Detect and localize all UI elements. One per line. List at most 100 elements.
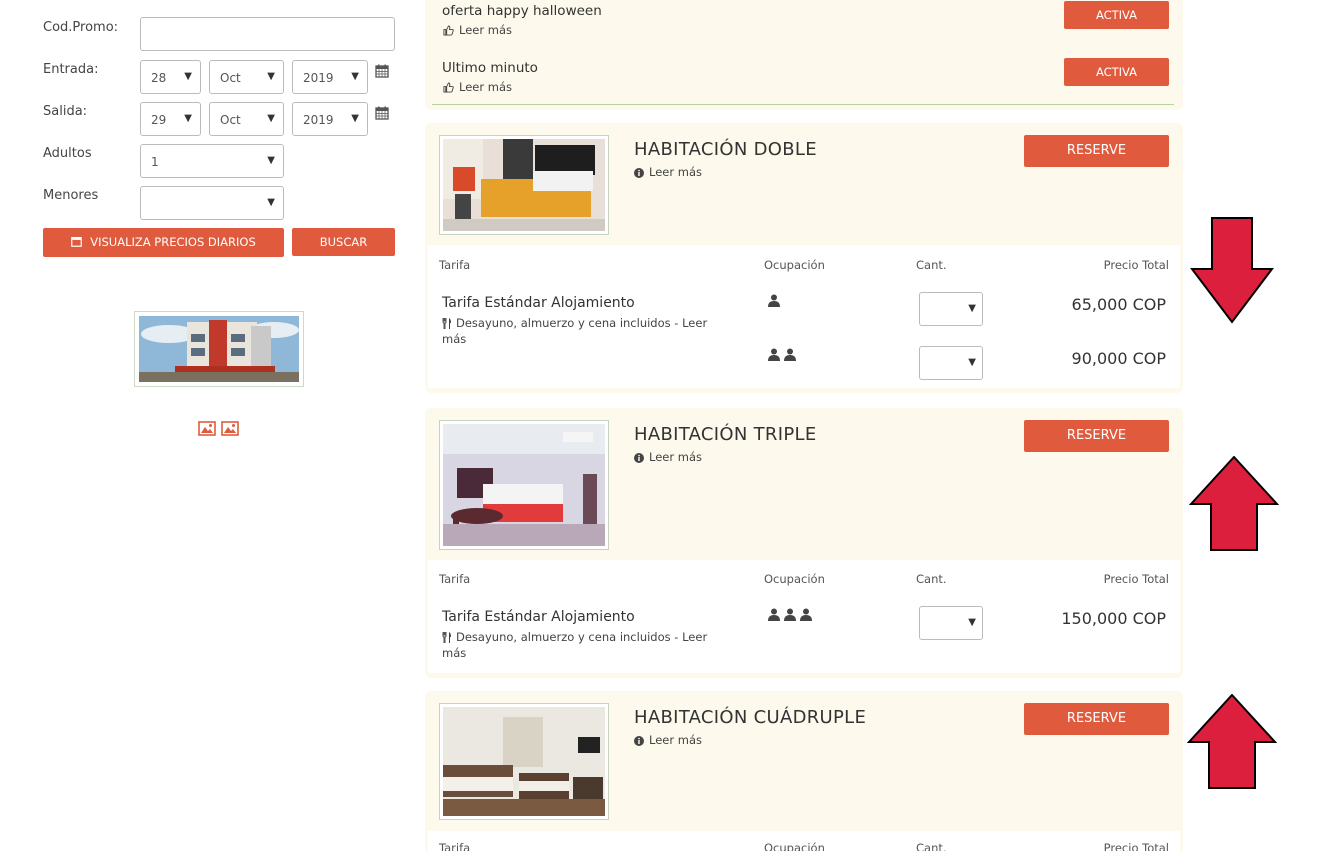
thumbs-up-icon bbox=[443, 25, 454, 36]
arrow-up-icon bbox=[1187, 694, 1277, 789]
checkout-month-value: Oct bbox=[220, 113, 241, 127]
chevron-down-icon: ▼ bbox=[968, 303, 976, 314]
info-icon bbox=[634, 452, 644, 463]
room-name: HABITACIÓN CUÁDRUPLE bbox=[634, 707, 867, 728]
rates-table: Tarifa Ocupación Cant. Precio Total Tari… bbox=[428, 245, 1180, 388]
offer-title: Ultimo minuto bbox=[442, 60, 538, 76]
checkin-month-select[interactable]: Oct ▼ bbox=[209, 60, 284, 94]
room-photo[interactable] bbox=[439, 703, 609, 820]
offer-activate-button[interactable]: ACTIVA bbox=[1064, 1, 1169, 29]
adults-select[interactable]: 1 ▼ bbox=[140, 144, 284, 178]
checkout-day-select[interactable]: 29 ▼ bbox=[140, 102, 201, 136]
room-photo[interactable] bbox=[439, 135, 609, 235]
header-rate: Tarifa bbox=[439, 572, 471, 586]
total-price: 90,000 COP bbox=[1071, 349, 1166, 368]
room-read-more-label: Leer más bbox=[649, 450, 702, 464]
chevron-down-icon: ▼ bbox=[267, 71, 275, 82]
calendar-icon bbox=[71, 236, 83, 247]
room-read-more-label: Leer más bbox=[649, 165, 702, 179]
chevron-down-icon: ▼ bbox=[267, 155, 275, 166]
header-qty: Cant. bbox=[916, 258, 947, 272]
header-rate: Tarifa bbox=[439, 258, 471, 272]
chevron-down-icon: ▼ bbox=[267, 113, 275, 124]
promo-code-input[interactable] bbox=[140, 17, 395, 51]
checkout-year-value: 2019 bbox=[303, 113, 334, 127]
arrow-up-icon bbox=[1189, 456, 1279, 551]
hotel-photo[interactable] bbox=[134, 311, 304, 387]
room-read-more-link[interactable]: Leer más bbox=[634, 450, 702, 464]
checkout-year-select[interactable]: 2019 ▼ bbox=[292, 102, 368, 136]
reserve-button[interactable]: RESERVE bbox=[1024, 703, 1169, 735]
quantity-select[interactable]: ▼ bbox=[919, 346, 983, 380]
header-qty: Cant. bbox=[916, 841, 947, 851]
chevron-down-icon: ▼ bbox=[184, 71, 192, 82]
header-occupancy: Ocupación bbox=[764, 841, 825, 851]
rate-name: Tarifa Estándar Alojamiento bbox=[442, 295, 635, 311]
image-icon[interactable] bbox=[221, 421, 239, 436]
children-select[interactable]: ▼ bbox=[140, 186, 284, 220]
offer-activate-button[interactable]: ACTIVA bbox=[1064, 58, 1169, 86]
room-image bbox=[443, 424, 605, 546]
divider bbox=[432, 104, 1174, 105]
checkin-year-select[interactable]: 2019 ▼ bbox=[292, 60, 368, 94]
offer-read-more-link[interactable]: Leer más bbox=[443, 80, 512, 94]
room-image bbox=[443, 139, 605, 231]
room-photo[interactable] bbox=[439, 420, 609, 550]
rates-table: Tarifa Ocupación Cant. Precio Total bbox=[428, 831, 1180, 851]
reserve-button[interactable]: RESERVE bbox=[1024, 420, 1169, 452]
offer-read-more-label: Leer más bbox=[459, 80, 512, 94]
room-card-quadruple: HABITACIÓN CUÁDRUPLE Leer más RESERVE Ta… bbox=[425, 691, 1183, 851]
thumbs-up-icon bbox=[443, 82, 454, 93]
chevron-down-icon: ▼ bbox=[184, 113, 192, 124]
quantity-select[interactable]: ▼ bbox=[919, 292, 983, 326]
three-persons-icon bbox=[768, 608, 812, 621]
header-rate: Tarifa bbox=[439, 841, 471, 851]
offer-title: oferta happy halloween bbox=[442, 3, 602, 19]
daily-prices-label: VISUALIZA PRECIOS DIARIOS bbox=[90, 235, 256, 249]
search-button[interactable]: BUSCAR bbox=[292, 228, 395, 256]
rate-description-text: Desayuno, almuerzo y cena incluidos - Le… bbox=[442, 630, 708, 660]
checkin-day-select[interactable]: 28 ▼ bbox=[140, 60, 201, 94]
adults-value: 1 bbox=[151, 155, 159, 169]
checkin-month-value: Oct bbox=[220, 71, 241, 85]
quantity-select[interactable]: ▼ bbox=[919, 606, 983, 640]
daily-prices-button[interactable]: VISUALIZA PRECIOS DIARIOS bbox=[43, 228, 284, 257]
arrow-down-icon bbox=[1190, 217, 1274, 324]
calendar-icon[interactable] bbox=[375, 64, 389, 78]
chevron-down-icon: ▼ bbox=[351, 71, 359, 82]
offer-read-more-label: Leer más bbox=[459, 23, 512, 37]
room-read-more-link[interactable]: Leer más bbox=[634, 165, 702, 179]
image-icon[interactable] bbox=[198, 421, 216, 436]
header-occupancy: Ocupación bbox=[764, 258, 825, 272]
rate-description[interactable]: Desayuno, almuerzo y cena incluidos - Le… bbox=[442, 315, 722, 347]
checkin-year-value: 2019 bbox=[303, 71, 334, 85]
room-card-triple: HABITACIÓN TRIPLE Leer más RESERVE Tarif… bbox=[425, 408, 1183, 678]
total-price: 65,000 COP bbox=[1071, 295, 1166, 314]
header-total: Precio Total bbox=[1103, 841, 1169, 851]
rate-description-text: Desayuno, almuerzo y cena incluidos - Le… bbox=[442, 316, 708, 346]
chevron-down-icon: ▼ bbox=[351, 113, 359, 124]
promo-label: Cod.Promo: bbox=[43, 20, 119, 35]
offers-panel: oferta happy halloween Leer más ACTIVA U… bbox=[425, 0, 1183, 110]
header-total: Precio Total bbox=[1103, 258, 1169, 272]
checkin-label: Entrada: bbox=[43, 62, 99, 77]
checkout-label: Salida: bbox=[43, 104, 88, 119]
calendar-icon[interactable] bbox=[375, 106, 389, 120]
room-read-more-link[interactable]: Leer más bbox=[634, 733, 702, 747]
rate-name: Tarifa Estándar Alojamiento bbox=[442, 609, 635, 625]
room-card-double: HABITACIÓN DOBLE Leer más RESERVE Tarifa… bbox=[425, 123, 1183, 393]
room-name: HABITACIÓN DOBLE bbox=[634, 139, 817, 160]
reserve-button[interactable]: RESERVE bbox=[1024, 135, 1169, 167]
adults-label: Adultos bbox=[43, 146, 92, 161]
checkout-month-select[interactable]: Oct ▼ bbox=[209, 102, 284, 136]
cutlery-icon bbox=[442, 318, 451, 329]
info-icon bbox=[634, 167, 644, 178]
rate-description[interactable]: Desayuno, almuerzo y cena incluidos - Le… bbox=[442, 629, 722, 661]
person-icon bbox=[768, 294, 780, 307]
room-image bbox=[443, 707, 605, 816]
cutlery-icon bbox=[442, 632, 451, 643]
chevron-down-icon: ▼ bbox=[267, 197, 275, 208]
chevron-down-icon: ▼ bbox=[968, 357, 976, 368]
offer-read-more-link[interactable]: Leer más bbox=[443, 23, 512, 37]
header-occupancy: Ocupación bbox=[764, 572, 825, 586]
